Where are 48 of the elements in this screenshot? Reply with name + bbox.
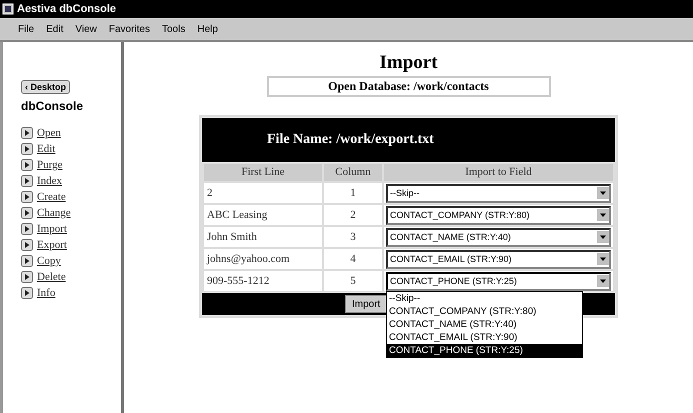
app-icon <box>2 3 14 15</box>
column-header: Column <box>324 164 382 181</box>
field-dropdown[interactable]: CONTACT_NAME (STR:Y:40) <box>386 228 611 246</box>
logo-text: dbConsole <box>21 99 83 113</box>
table-cell: 909-555-1212 <box>204 271 322 291</box>
sidebar-link[interactable]: Create <box>37 191 66 203</box>
sidebar-link[interactable]: Export <box>37 239 67 251</box>
table-cell: 1 <box>324 183 382 203</box>
open-database-label: Open Database: /work/contacts <box>266 76 550 97</box>
sidebar-link[interactable]: Import <box>37 223 67 235</box>
sidebar-link[interactable]: Change <box>37 207 71 219</box>
menu-item[interactable]: Favorites <box>108 24 150 34</box>
field-dropdown[interactable]: --Skip-- <box>386 184 611 202</box>
table-cell: 4 <box>324 249 382 269</box>
sidebar-link[interactable]: Delete <box>37 271 66 283</box>
sidebar-link[interactable]: Edit <box>37 143 56 155</box>
table-cell: johns@yahoo.com <box>204 249 322 269</box>
field-dropdown[interactable]: CONTACT_EMAIL (STR:Y:90) <box>386 250 611 268</box>
sidebar-link[interactable]: Open <box>37 127 61 139</box>
table-cell: John Smith <box>204 227 322 247</box>
page-title: Import <box>379 52 438 74</box>
sidebar-link[interactable]: Index <box>37 175 62 187</box>
menu-item[interactable]: View <box>75 24 97 34</box>
menu-item[interactable]: Edit <box>46 24 64 34</box>
sidebar-link[interactable]: Info <box>37 287 56 299</box>
column-header: Import to Field <box>384 164 613 181</box>
import-button[interactable]: Import <box>345 295 388 313</box>
dropdown-option[interactable]: CONTACT_PHONE (STR:Y:25) <box>387 344 582 357</box>
menu-item[interactable]: Help <box>197 24 218 34</box>
dropdown-option[interactable]: CONTACT_NAME (STR:Y:40) <box>387 318 582 331</box>
field-dropdown[interactable]: CONTACT_COMPANY (STR:Y:80) <box>386 206 611 224</box>
table-cell: 2 <box>204 183 322 203</box>
menu-item[interactable]: Tools <box>162 24 186 34</box>
dropdown-option[interactable]: CONTACT_EMAIL (STR:Y:90) <box>387 331 582 344</box>
table-cell: ABC Leasing <box>204 205 322 225</box>
dropdown-option[interactable]: CONTACT_COMPANY (STR:Y:80) <box>387 305 582 318</box>
window-title: Aestiva dbConsole <box>17 3 116 15</box>
sidebar-link[interactable]: Purge <box>37 159 62 171</box>
sidebar-link[interactable]: Copy <box>37 255 61 267</box>
desktop-button[interactable]: ‹ Desktop <box>21 80 70 94</box>
field-dropdown[interactable]: CONTACT_PHONE (STR:Y:25) <box>386 272 611 290</box>
table-cell: 5 <box>324 271 382 291</box>
dropdown-option[interactable]: --Skip-- <box>387 292 582 305</box>
column-header: First Line <box>204 164 322 181</box>
table-cell: 3 <box>324 227 382 247</box>
table-cell: 2 <box>324 205 382 225</box>
menu-item[interactable]: File <box>18 24 34 34</box>
file-name-label: File Name: /work/export.txt <box>266 131 435 149</box>
